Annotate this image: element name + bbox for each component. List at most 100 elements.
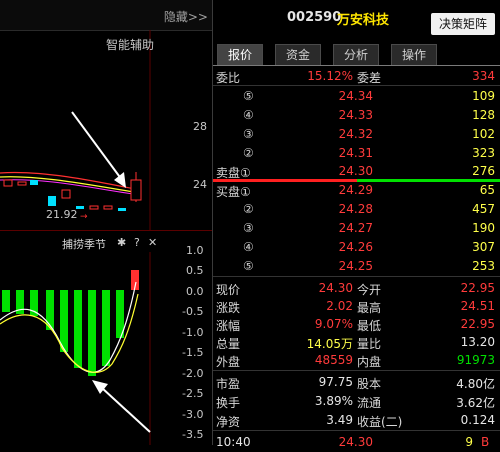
sell-price: 24.32 [338,127,373,141]
indicator-chart[interactable] [0,252,212,445]
sell-order-row[interactable]: 卖盘① 24.30 276 [213,161,500,181]
indicator-bar [102,290,110,366]
quote-value: 13.20 [460,335,495,349]
buy-level: ④ [243,240,254,254]
quote-label: 外盘 [216,355,241,369]
tab-analysis[interactable]: 分析 [333,44,379,66]
sell-level: ③ [243,127,254,141]
tick-side: B [481,435,490,449]
sell-volume: 109 [472,89,495,103]
fund-value: 3.89% [314,394,353,408]
fundamental-row: 净资 3.49 收益(二) 0.124 [213,410,500,430]
fund-value: 3.49 [326,413,353,427]
fund-value: 4.80亿 [456,377,495,391]
buy-order-row[interactable]: ② 24.28 457 [213,199,500,219]
diff-label: 委差 [357,71,382,85]
sell-price: 24.34 [338,89,373,103]
y-tick-label: -2.0 [182,367,204,380]
candle [30,180,38,185]
kline-svg [0,30,151,230]
quote-value: 22.95 [460,317,495,331]
buy-volume: 190 [472,221,495,235]
buy-level: 买盘① [216,185,251,199]
quote-value: 9.07% [314,317,353,331]
tab-funds[interactable]: 资金 [275,44,321,66]
indicator-title[interactable]: 捕捞季节 [62,236,106,252]
sell-order-row[interactable]: ② 24.31 323 [213,143,500,163]
indicator-bar [88,290,96,376]
annotation-arrow [71,111,123,181]
y-tick-label: 0.5 [186,264,204,277]
indicator-header [0,230,212,253]
tick-price: 24.30 [338,435,373,449]
quote-value: 48559 [314,353,353,367]
candle [3,179,13,187]
low-price-marker: 21.92 [46,208,78,221]
buy-price: 24.28 [338,202,373,216]
sell-order-row[interactable]: ⑤ 24.34 109 [213,86,500,106]
stock-code: 002590 [287,10,342,25]
y-tick-label: 1.0 [186,244,204,257]
close-icon[interactable]: ✕ [148,236,157,249]
indicator-bar [2,290,10,312]
candle [61,189,71,199]
quote-value: 2.02 [326,299,353,313]
low-marker-pointer: → [80,212,88,222]
quote-panel: 002590 万安科技 决策矩阵 报价 资金 分析 操作 委比 15.12% 委… [212,0,500,449]
indicator-bar [60,290,68,352]
hide-panel-button[interactable]: 隐藏>> [164,8,208,25]
ratio-value: 15.12% [307,69,353,83]
diff-value: 334 [472,69,495,83]
sell-level: ② [243,146,254,160]
buy-price: 24.27 [338,221,373,235]
sell-level: ④ [243,108,254,122]
annotation-arrow [101,387,151,433]
tab-operation[interactable]: 操作 [391,44,437,66]
y-tick-label: -3.0 [182,408,204,421]
quote-row: 现价 24.30 今开 22.95 [213,278,500,298]
fundamental-row: 市盈 97.75 股本 4.80亿 [213,372,500,392]
quote-row: 涨跌 2.02 最高 24.51 [213,296,500,316]
fund-value: 0.124 [460,413,495,427]
main-kline-chart[interactable] [0,30,212,230]
fund-label: 收益(二) [357,415,403,429]
quote-value: 91973 [456,353,495,367]
buy-order-row[interactable]: 买盘① 24.29 65 [213,180,500,200]
sell-volume: 276 [472,164,495,178]
buy-price: 24.25 [338,259,373,273]
sell-order-row[interactable]: ④ 24.33 128 [213,105,500,125]
candle [89,205,99,210]
fund-label: 换手 [216,396,241,410]
y-tick-label: 0.0 [186,285,204,298]
quote-value: 24.30 [318,281,353,295]
y-tick-label: -0.5 [182,305,204,318]
quote-row: 总量 14.05万 量比 13.20 [213,332,500,352]
gear-icon[interactable]: ✱ [117,236,126,249]
candle [118,208,126,211]
buy-order-row[interactable]: ⑤ 24.25 253 [213,256,500,276]
decision-matrix-button[interactable]: 决策矩阵 [431,13,495,35]
sell-order-row[interactable]: ③ 24.32 102 [213,124,500,144]
fund-value: 3.62亿 [456,396,495,410]
buy-level: ③ [243,221,254,235]
sell-volume: 102 [472,127,495,141]
buy-order-row[interactable]: ④ 24.26 307 [213,237,500,257]
quote-label: 内盘 [357,355,382,369]
smart-assist-label[interactable]: 智能辅助 [106,36,154,53]
y-tick-label: -2.5 [182,387,204,400]
y-tick-label: -3.5 [182,428,204,441]
y-tick-label: -1.5 [182,346,204,359]
y-tick-label: 28 [193,120,207,133]
candle [48,196,56,206]
chart-top-bar: 隐藏>> [0,0,212,31]
tick-row: 10:40 24.30 9 B [213,432,500,452]
candle [103,205,113,210]
y-tick-label: 24 [193,178,207,191]
buy-volume: 65 [479,183,495,197]
buy-order-row[interactable]: ③ 24.27 190 [213,218,500,238]
order-ratio-row: 委比 15.12% 委差 334 [213,66,500,86]
fund-label: 净资 [216,415,241,429]
help-icon[interactable]: ? [134,236,140,249]
tab-quote[interactable]: 报价 [217,44,263,66]
sell-level: ⑤ [243,89,254,103]
